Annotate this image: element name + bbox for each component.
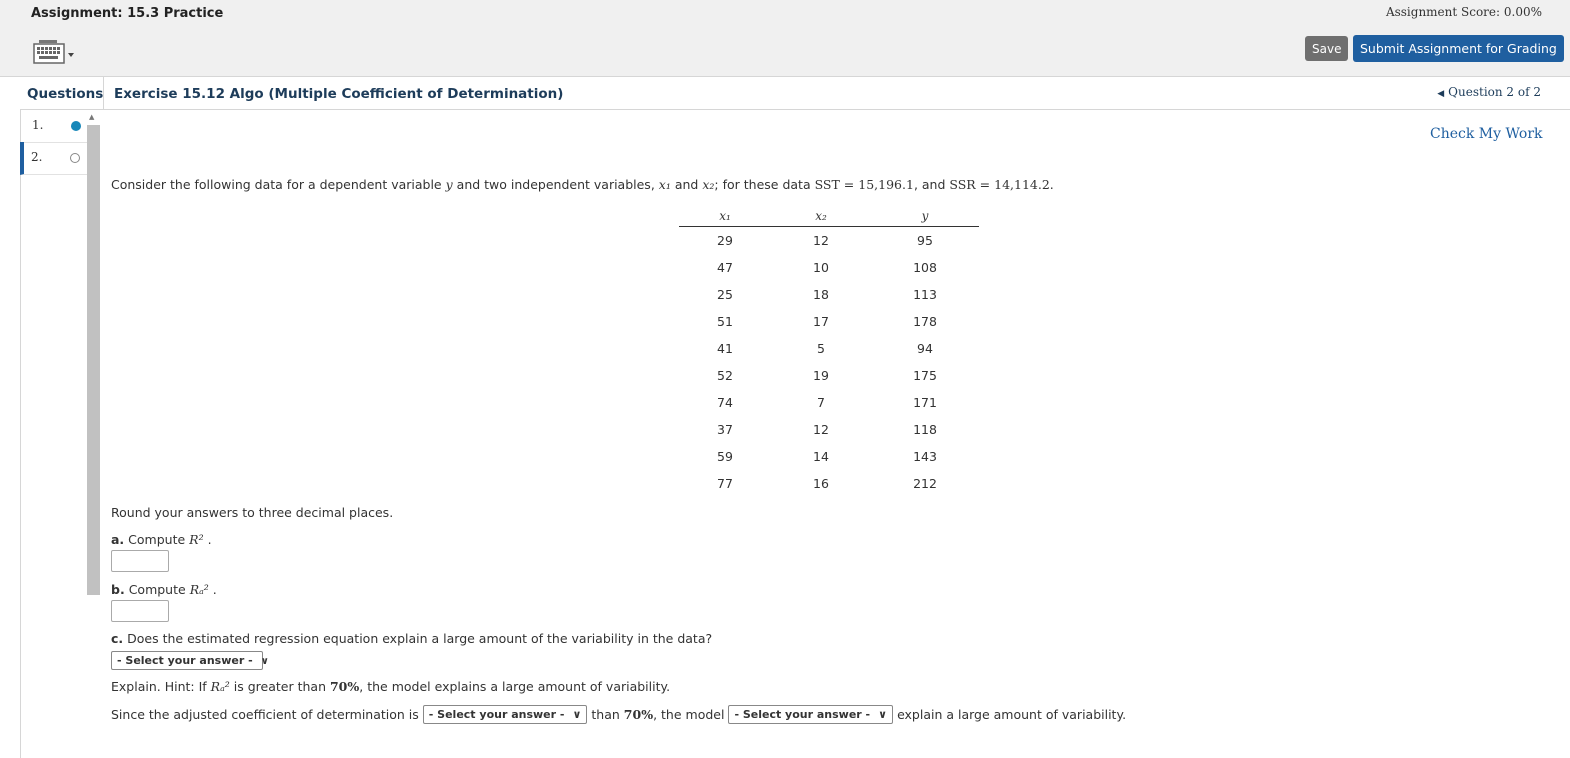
model-explains-select[interactable]: - Select your answer - ∨ bbox=[728, 705, 894, 724]
question-nav[interactable]: ◀ Question 2 of 2 bbox=[1437, 85, 1541, 99]
ssr-value: SSR = 14,114.2 bbox=[949, 177, 1050, 192]
table-row: 29 12 95 bbox=[679, 227, 979, 255]
table-cell: 94 bbox=[917, 341, 933, 356]
question-item-2[interactable]: 2. bbox=[20, 142, 87, 175]
data-table: x₁ x₂ y 29 12 95 47 10 108 25 18 113 51 17 178 41 5 94… bbox=[679, 206, 979, 497]
table-cell: 37 bbox=[717, 422, 733, 437]
problem-statement: Consider the following data for a depend… bbox=[111, 177, 1054, 192]
question-nav-label: Question 2 of 2 bbox=[1448, 85, 1541, 99]
table-row: 47 10 108 bbox=[679, 254, 979, 281]
sst-value: SST = 15,196.1 bbox=[814, 177, 914, 192]
table-row: 25 18 113 bbox=[679, 281, 979, 308]
explanation-sentence: Since the adjusted coefficient of determ… bbox=[111, 705, 1127, 724]
table-cell: 12 bbox=[813, 422, 829, 437]
chevron-down-icon bbox=[68, 53, 74, 57]
table-cell: 59 bbox=[717, 449, 733, 464]
table-cell: 25 bbox=[717, 287, 733, 302]
table-cell: 10 bbox=[813, 260, 829, 275]
column-header-x2: x₂ bbox=[771, 206, 871, 227]
header-divider bbox=[103, 77, 104, 109]
part-c-prompt: c. Does the estimated regression equatio… bbox=[111, 631, 713, 646]
answered-status-icon bbox=[71, 121, 81, 131]
table-cell: 171 bbox=[913, 395, 937, 410]
table-cell: 19 bbox=[813, 368, 829, 383]
unanswered-status-icon bbox=[70, 153, 80, 163]
table-row: 59 14 143 bbox=[679, 443, 979, 470]
explain-hint: Explain. Hint: If Rₐ² is greater than 70… bbox=[111, 679, 671, 694]
rounding-note: Round your answers to three decimal plac… bbox=[111, 505, 394, 520]
keyboard-icon[interactable] bbox=[33, 39, 77, 67]
table-header-row: x₁ x₂ y bbox=[679, 206, 979, 227]
exercise-header: Questions Exercise 15.12 Algo (Multiple … bbox=[20, 77, 1570, 110]
table-cell: 5 bbox=[817, 341, 825, 356]
table-cell: 12 bbox=[813, 233, 829, 248]
table-cell: 113 bbox=[913, 287, 937, 302]
table-cell: 29 bbox=[717, 233, 733, 248]
caret-left-icon: ◀ bbox=[1437, 89, 1445, 99]
table-cell: 74 bbox=[717, 395, 733, 410]
table-cell: 212 bbox=[913, 476, 937, 491]
table-cell: 77 bbox=[717, 476, 733, 491]
part-c-select[interactable]: - Select your answer - ∨ bbox=[111, 651, 269, 670]
table-cell: 178 bbox=[913, 314, 937, 329]
table-cell: 51 bbox=[717, 314, 733, 329]
sidebar-scrollbar-thumb[interactable] bbox=[87, 125, 100, 595]
submit-assignment-button[interactable]: Submit Assignment for Grading bbox=[1353, 35, 1564, 62]
table-row: 74 7 171 bbox=[679, 389, 979, 416]
question-number: 1. bbox=[32, 118, 44, 132]
table-row: 51 17 178 bbox=[679, 308, 979, 335]
table-row: 37 12 118 bbox=[679, 416, 979, 443]
table-row: 41 5 94 bbox=[679, 335, 979, 362]
table-cell: 41 bbox=[717, 341, 733, 356]
column-header-y: y bbox=[871, 206, 979, 227]
top-bar: Assignment: 15.3 Practice Assignment Sco… bbox=[0, 0, 1570, 77]
table-cell: 17 bbox=[813, 314, 829, 329]
table-cell: 18 bbox=[813, 287, 829, 302]
table-cell: 143 bbox=[913, 449, 937, 464]
column-header-x1: x₁ bbox=[679, 206, 771, 227]
assignment-score: Assignment Score: 0.00% bbox=[1385, 5, 1542, 19]
questions-label: Questions bbox=[27, 86, 104, 102]
table-row: 52 19 175 bbox=[679, 362, 979, 389]
table-cell: 7 bbox=[817, 395, 825, 410]
check-my-work-link[interactable]: Check My Work bbox=[1430, 126, 1543, 142]
table-cell: 52 bbox=[717, 368, 733, 383]
chevron-down-icon: ∨ bbox=[572, 708, 582, 721]
table-cell: 108 bbox=[913, 260, 937, 275]
question-list: 1. 2. bbox=[20, 110, 87, 758]
table-row: 77 16 212 bbox=[679, 470, 979, 497]
table-cell: 95 bbox=[917, 233, 933, 248]
part-a-prompt: a. Compute R² . bbox=[111, 532, 212, 547]
adjusted-r-squared-input[interactable] bbox=[111, 600, 169, 622]
question-item-1[interactable]: 1. bbox=[21, 110, 87, 143]
table-cell: 47 bbox=[717, 260, 733, 275]
table-cell: 16 bbox=[813, 476, 829, 491]
part-b-prompt: b. Compute Rₐ² . bbox=[111, 582, 217, 597]
table-cell: 14 bbox=[813, 449, 829, 464]
table-cell: 118 bbox=[913, 422, 937, 437]
chevron-down-icon: ∨ bbox=[878, 708, 888, 721]
exercise-title: Exercise 15.12 Algo (Multiple Coefficien… bbox=[114, 86, 564, 102]
comparison-select[interactable]: - Select your answer - ∨ bbox=[422, 705, 588, 724]
chevron-down-icon: ∨ bbox=[260, 656, 269, 667]
scroll-up-icon[interactable]: ▲ bbox=[89, 113, 94, 121]
save-button[interactable]: Save bbox=[1305, 36, 1349, 61]
question-number: 2. bbox=[31, 150, 43, 164]
r-squared-input[interactable] bbox=[111, 550, 169, 572]
table-cell: 175 bbox=[913, 368, 937, 383]
assignment-title: Assignment: 15.3 Practice bbox=[31, 6, 224, 21]
